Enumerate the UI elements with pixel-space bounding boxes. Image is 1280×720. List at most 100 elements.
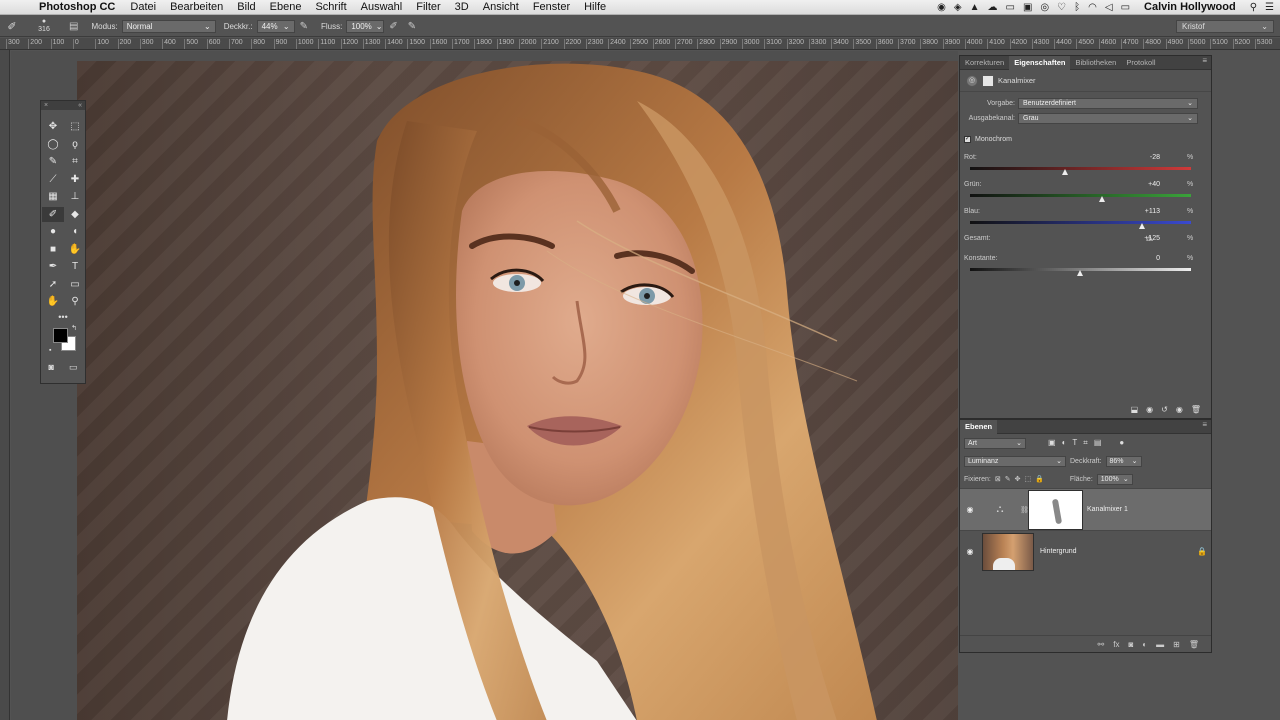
pen-icon[interactable]: ✒ <box>42 259 64 275</box>
layer-mask-thumbnail[interactable] <box>1028 489 1083 530</box>
menu-3d[interactable]: 3D <box>448 1 476 13</box>
slider-value[interactable]: -28 <box>1130 154 1160 161</box>
visibility-icon[interactable]: ◉ <box>1176 405 1183 414</box>
slider-value[interactable]: +113 <box>1130 208 1160 215</box>
battery-icon[interactable]: ▭ <box>1121 2 1130 13</box>
view-previous-icon[interactable]: ◉ <box>1146 405 1153 414</box>
wifi-icon[interactable]: ◠ <box>1088 2 1097 13</box>
marquee-icon[interactable]: ⬚ <box>64 119 86 135</box>
tools-panel-header[interactable]: × « <box>41 101 85 110</box>
link-layers-icon[interactable]: ⚯ <box>1098 640 1105 649</box>
menu-ebene[interactable]: Ebene <box>263 1 309 13</box>
collapse-icon[interactable]: « <box>78 101 82 110</box>
menu-ansicht[interactable]: Ansicht <box>476 1 526 13</box>
zoom-icon[interactable]: ⚲ <box>64 294 86 310</box>
foreground-color-swatch[interactable] <box>53 327 68 343</box>
type-icon[interactable]: T <box>64 259 86 275</box>
lock-icon[interactable]: 🔒 <box>1193 547 1211 556</box>
layer-fill-field[interactable]: 100% ⌄ <box>1096 473 1133 485</box>
preset-select[interactable]: Benutzerdefiniert ⌄ <box>1018 98 1198 109</box>
document-canvas[interactable]: × « ✥ ⬚ ◯ ϙ ✎ ⌗ ⟋ ✚ ▦ ⊥ ✐ ◆ ● ◖ ■ ✋ ✒ T ➚ ▭ ✋ ⚲ ••• ↰ ▪ ◙ ▭ <box>11 51 958 720</box>
tab-protokoll[interactable]: Protokoll <box>1121 56 1160 70</box>
hand-icon[interactable]: ✋ <box>42 294 64 310</box>
new-group-icon[interactable]: ▬ <box>1156 640 1164 649</box>
menu-bild[interactable]: Bild <box>230 1 262 13</box>
tab-ebenen[interactable]: Ebenen <box>960 419 998 434</box>
lock-transparency-icon[interactable]: ⊠ <box>995 475 1001 483</box>
ruler-vertical[interactable] <box>0 50 10 720</box>
slider-track[interactable] <box>970 221 1191 224</box>
layer-thumbnail[interactable] <box>982 532 1034 571</box>
add-mask-icon[interactable]: ◙ <box>1128 640 1133 649</box>
airbrush-icon[interactable]: ✐ <box>384 21 402 32</box>
path-select-icon[interactable]: ➚ <box>42 277 64 293</box>
reset-icon[interactable]: ↺ <box>1161 405 1168 414</box>
pressure-size-icon[interactable]: ✎ <box>403 21 421 32</box>
pressure-opacity-icon[interactable]: ✎ <box>295 21 313 32</box>
screen-mode-icon[interactable]: ▭ <box>69 362 78 373</box>
heart-icon[interactable]: ♡ <box>1057 2 1066 13</box>
quick-mask-icon[interactable]: ◙ <box>49 362 54 373</box>
filter-type-icon[interactable]: T <box>1072 438 1077 448</box>
fx-icon[interactable]: fx <box>1113 640 1119 649</box>
move-icon[interactable]: ✥ <box>42 119 64 135</box>
filter-smart-icon[interactable]: ▤ <box>1094 438 1102 448</box>
filter-shape-icon[interactable]: ⌗ <box>1083 438 1088 448</box>
swap-colors-icon[interactable]: ↰ <box>71 324 77 332</box>
new-layer-icon[interactable]: ⊞ <box>1173 640 1180 649</box>
spotlight-icon[interactable]: ⚲ <box>1250 2 1257 13</box>
flow-field[interactable]: 100% ⌄ <box>346 19 385 33</box>
close-icon[interactable]: × <box>44 101 48 110</box>
lock-position-icon[interactable]: ✥ <box>1015 475 1021 483</box>
filter-toggle-icon[interactable]: ● <box>1119 438 1124 448</box>
menu-filter[interactable]: Filter <box>409 1 447 13</box>
layer-name[interactable]: Hintergrund <box>1040 548 1193 555</box>
cloud-icon[interactable]: ☁ <box>988 2 998 13</box>
healing-icon[interactable]: ✚ <box>64 172 86 188</box>
eye-icon[interactable]: ◉ <box>960 547 980 556</box>
output-channel-select[interactable]: Grau ⌄ <box>1018 113 1198 124</box>
layer-filter-select[interactable]: Art ⌄ <box>964 437 1026 449</box>
filter-pixel-icon[interactable]: ▣ <box>1048 438 1056 448</box>
smudge-icon[interactable]: ✋ <box>64 242 86 258</box>
menu-auswahl[interactable]: Auswahl <box>354 1 410 13</box>
volume-icon[interactable]: ◁ <box>1105 2 1113 13</box>
mask-icon[interactable] <box>982 74 994 87</box>
gradient-icon[interactable]: ■ <box>42 242 64 258</box>
layer-opacity-field[interactable]: 86% ⌄ <box>1105 455 1142 467</box>
lock-all-icon[interactable]: 🔒 <box>1035 475 1044 483</box>
bluetooth-icon[interactable]: ᛒ <box>1074 2 1080 13</box>
default-colors-icon[interactable]: ▪ <box>49 347 51 354</box>
filter-adjustment-icon[interactable]: ◐ <box>1062 438 1067 448</box>
eye-icon[interactable]: ◉ <box>960 505 980 514</box>
brush-icon[interactable]: ✐ <box>42 206 64 222</box>
layer-row-hintergrund[interactable]: ◉ Hintergrund 🔒 <box>960 530 1211 572</box>
brush-panel-icon[interactable]: ▤ <box>64 21 83 32</box>
notification-icon[interactable]: ◎ <box>1040 2 1049 13</box>
menu-datei[interactable]: Datei <box>123 1 163 13</box>
menu-schrift[interactable]: Schrift <box>308 1 353 13</box>
tab-eigenschaften[interactable]: Eigenschaften <box>1009 55 1071 70</box>
eyedropper-icon[interactable]: ⟋ <box>42 172 64 188</box>
layer-row-kanalmixer[interactable]: ◉ ⛬ ⛓ Kanalmixer 1 <box>960 488 1211 530</box>
more-tools-icon[interactable]: ••• <box>41 310 85 324</box>
monitor-icon[interactable]: ▭ <box>1006 2 1015 13</box>
list-icon[interactable]: ☰ <box>1265 2 1274 13</box>
clip-to-layer-icon[interactable]: ⬓ <box>1131 405 1139 414</box>
app-menu[interactable]: Photoshop CC <box>32 1 123 13</box>
link-icon[interactable]: ⛓ <box>1020 506 1029 514</box>
lock-artboard-icon[interactable]: ⬚ <box>1024 475 1031 483</box>
eraser-icon[interactable]: ◆ <box>64 207 86 223</box>
rectangle-icon[interactable]: ▭ <box>64 277 86 293</box>
quick-select-icon[interactable]: ✎ <box>42 154 64 170</box>
brush-preset-picker[interactable]: ● 316 <box>24 18 64 34</box>
tab-bibliotheken[interactable]: Bibliotheken <box>1070 56 1121 70</box>
blur-icon[interactable]: ◖ <box>64 224 86 240</box>
ellipse-marquee-icon[interactable]: ◯ <box>42 137 64 153</box>
slider-track[interactable] <box>970 167 1191 170</box>
record-icon[interactable]: ◉ <box>937 2 946 13</box>
slider-value[interactable]: +40 <box>1130 181 1160 188</box>
ruler-horizontal[interactable]: 300 200 100 0 100 200 300 400 500 600 700 800 900 100… <box>0 38 1280 50</box>
clone-icon[interactable]: ▦ <box>42 189 64 205</box>
tab-korrekturen[interactable]: Korrekturen <box>960 56 1009 70</box>
